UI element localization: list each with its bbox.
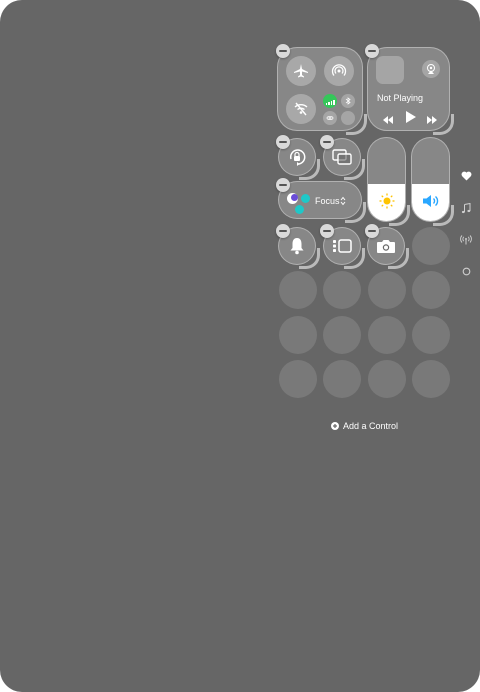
remove-stage-manager-button[interactable] (320, 224, 334, 238)
airdrop-icon (331, 64, 347, 76)
circle-icon (462, 267, 470, 275)
remove-screen-mirroring-button[interactable] (320, 135, 334, 149)
bluetooth-button[interactable] (341, 94, 355, 108)
screen-mirroring-icon (332, 149, 352, 165)
remove-connectivity-button[interactable] (276, 44, 290, 58)
connectivity-module[interactable] (277, 47, 367, 135)
page-indicator-empty-page[interactable] (459, 264, 473, 278)
link-icon (326, 116, 334, 120)
speaker-icon (423, 195, 439, 207)
empty-control-slot[interactable] (279, 316, 317, 354)
airdrop-button[interactable] (324, 56, 354, 86)
empty-control-slot[interactable] (412, 316, 450, 354)
sun-icon (379, 193, 395, 209)
now-playing-module[interactable]: Not Playing (367, 47, 454, 135)
remove-silent-mode-button[interactable] (276, 224, 290, 238)
empty-control-slot[interactable] (412, 227, 450, 265)
add-control-label: Add a Control (343, 421, 399, 431)
empty-control-slot[interactable] (323, 360, 361, 398)
bell-icon (290, 238, 304, 255)
page-indicator-favorites[interactable] (459, 169, 473, 183)
moon-icon (287, 193, 298, 204)
add-control-button[interactable]: Add a Control (331, 421, 398, 431)
heart-icon (461, 171, 471, 181)
empty-control-slot[interactable] (279, 360, 317, 398)
empty-control-slot[interactable] (368, 271, 406, 309)
music-note-icon (461, 202, 471, 213)
stage-manager-icon (333, 239, 352, 253)
vpn-button[interactable] (341, 111, 355, 125)
airplane-mode-button[interactable] (286, 56, 316, 86)
airplane-icon (294, 64, 308, 78)
rotation-lock-icon (289, 149, 306, 166)
focus-label: Focus (315, 196, 340, 206)
page-indicator-connectivity[interactable] (459, 233, 473, 247)
empty-control-slot[interactable] (368, 316, 406, 354)
empty-control-slot[interactable] (323, 271, 361, 309)
empty-control-slot[interactable] (368, 360, 406, 398)
cellular-icon (325, 100, 335, 105)
brightness-slider[interactable] (367, 137, 410, 226)
remove-now-playing-button[interactable] (365, 44, 379, 58)
play-icon[interactable] (405, 110, 417, 129)
chevron-up-down-icon (340, 196, 346, 206)
remove-orientation-lock-button[interactable] (276, 135, 290, 149)
plus-circle-icon (331, 422, 339, 430)
wifi-off-icon (294, 102, 308, 116)
album-art-placeholder (376, 56, 404, 84)
control-center-edit-screen: Not Playing Focus Add a Control (0, 0, 480, 692)
bluetooth-icon (345, 97, 351, 105)
empty-control-slot[interactable] (412, 271, 450, 309)
remove-camera-button[interactable] (365, 224, 379, 238)
volume-slider[interactable] (411, 137, 454, 226)
page-indicator-music[interactable] (459, 201, 473, 215)
wifi-button[interactable] (286, 94, 316, 124)
work-focus-icon (301, 194, 310, 203)
camera-icon (377, 240, 395, 253)
remove-focus-button[interactable] (276, 178, 290, 192)
rewind-icon[interactable] (382, 112, 394, 130)
airplay-audio-icon (427, 64, 435, 74)
empty-control-slot[interactable] (279, 271, 317, 309)
empty-control-slot[interactable] (412, 360, 450, 398)
now-playing-status: Not Playing (377, 93, 424, 103)
airplay-button[interactable] (422, 60, 440, 78)
personal-focus-icon (295, 205, 304, 214)
antenna-icon (460, 235, 472, 245)
empty-control-slot[interactable] (323, 316, 361, 354)
cellular-button[interactable] (323, 94, 337, 108)
hotspot-button[interactable] (323, 111, 337, 125)
fast-forward-icon[interactable] (426, 112, 438, 130)
focus-button[interactable]: Focus (278, 181, 366, 223)
